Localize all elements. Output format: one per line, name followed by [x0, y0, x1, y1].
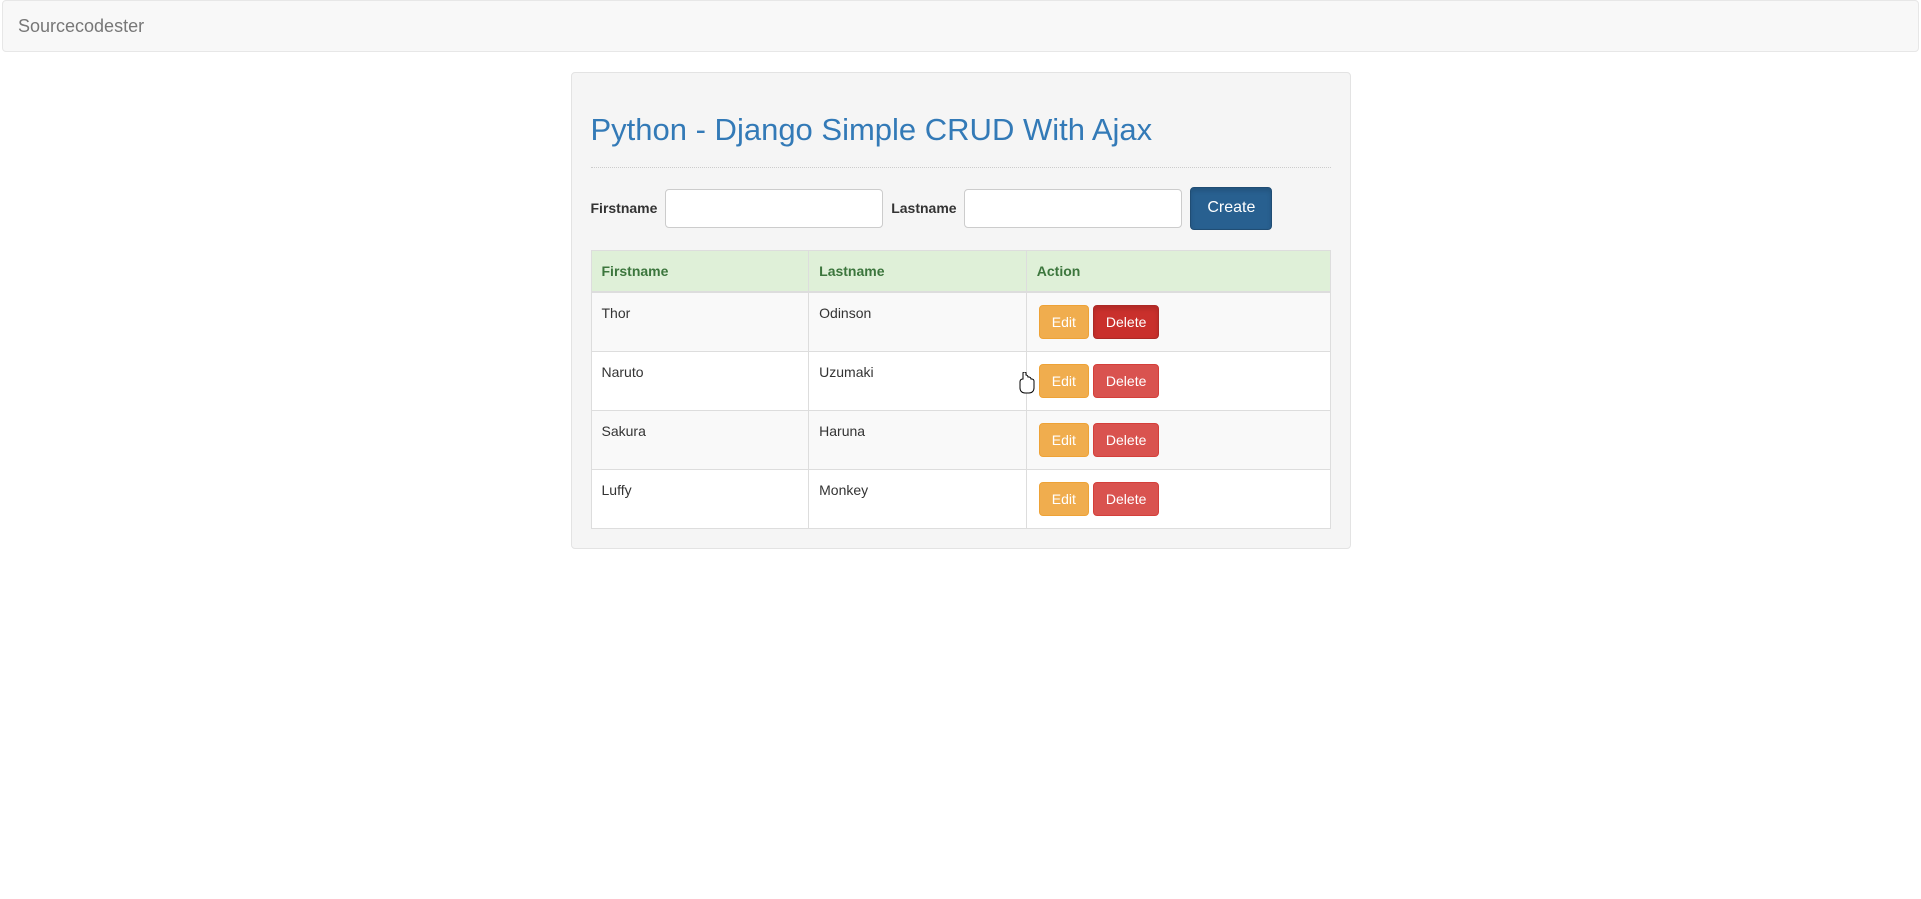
cell-firstname: Thor: [591, 292, 809, 352]
table-row: LuffyMonkeyEditDelete: [591, 469, 1330, 528]
cell-action: EditDelete: [1026, 469, 1330, 528]
table-row: NarutoUzumakiEditDelete: [591, 351, 1330, 410]
create-form: Firstname Lastname Create: [591, 187, 1331, 230]
cell-lastname: Haruna: [809, 410, 1027, 469]
table-row: ThorOdinsonEditDelete: [591, 292, 1330, 352]
header-firstname: Firstname: [591, 250, 809, 292]
page-title: Python - Django Simple CRUD With Ajax: [591, 112, 1331, 148]
main-container: Python - Django Simple CRUD With Ajax Fi…: [571, 72, 1351, 549]
delete-button[interactable]: Delete: [1093, 423, 1159, 457]
divider: [591, 167, 1331, 168]
lastname-input[interactable]: [964, 189, 1182, 228]
cell-action: EditDelete: [1026, 410, 1330, 469]
cell-action: EditDelete: [1026, 351, 1330, 410]
cell-lastname: Odinson: [809, 292, 1027, 352]
content-well: Python - Django Simple CRUD With Ajax Fi…: [571, 72, 1351, 549]
cell-firstname: Naruto: [591, 351, 809, 410]
edit-button[interactable]: Edit: [1039, 482, 1089, 516]
edit-button[interactable]: Edit: [1039, 364, 1089, 398]
table-body: ThorOdinsonEditDeleteNarutoUzumakiEditDe…: [591, 292, 1330, 529]
cell-lastname: Uzumaki: [809, 351, 1027, 410]
navbar: Sourcecodester: [2, 0, 1919, 52]
lastname-label: Lastname: [891, 200, 956, 216]
delete-button[interactable]: Delete: [1093, 482, 1159, 516]
cell-lastname: Monkey: [809, 469, 1027, 528]
firstname-input[interactable]: [665, 189, 883, 228]
navbar-brand[interactable]: Sourcecodester: [3, 1, 159, 51]
header-action: Action: [1026, 250, 1330, 292]
delete-button[interactable]: Delete: [1093, 364, 1159, 398]
create-button[interactable]: Create: [1190, 187, 1272, 230]
cell-action: EditDelete: [1026, 292, 1330, 352]
header-lastname: Lastname: [809, 250, 1027, 292]
delete-button[interactable]: Delete: [1093, 305, 1159, 339]
edit-button[interactable]: Edit: [1039, 423, 1089, 457]
data-table: Firstname Lastname Action ThorOdinsonEdi…: [591, 250, 1331, 529]
table-row: SakuraHarunaEditDelete: [591, 410, 1330, 469]
cell-firstname: Sakura: [591, 410, 809, 469]
cell-firstname: Luffy: [591, 469, 809, 528]
edit-button[interactable]: Edit: [1039, 305, 1089, 339]
firstname-label: Firstname: [591, 200, 658, 216]
table-header-row: Firstname Lastname Action: [591, 250, 1330, 292]
